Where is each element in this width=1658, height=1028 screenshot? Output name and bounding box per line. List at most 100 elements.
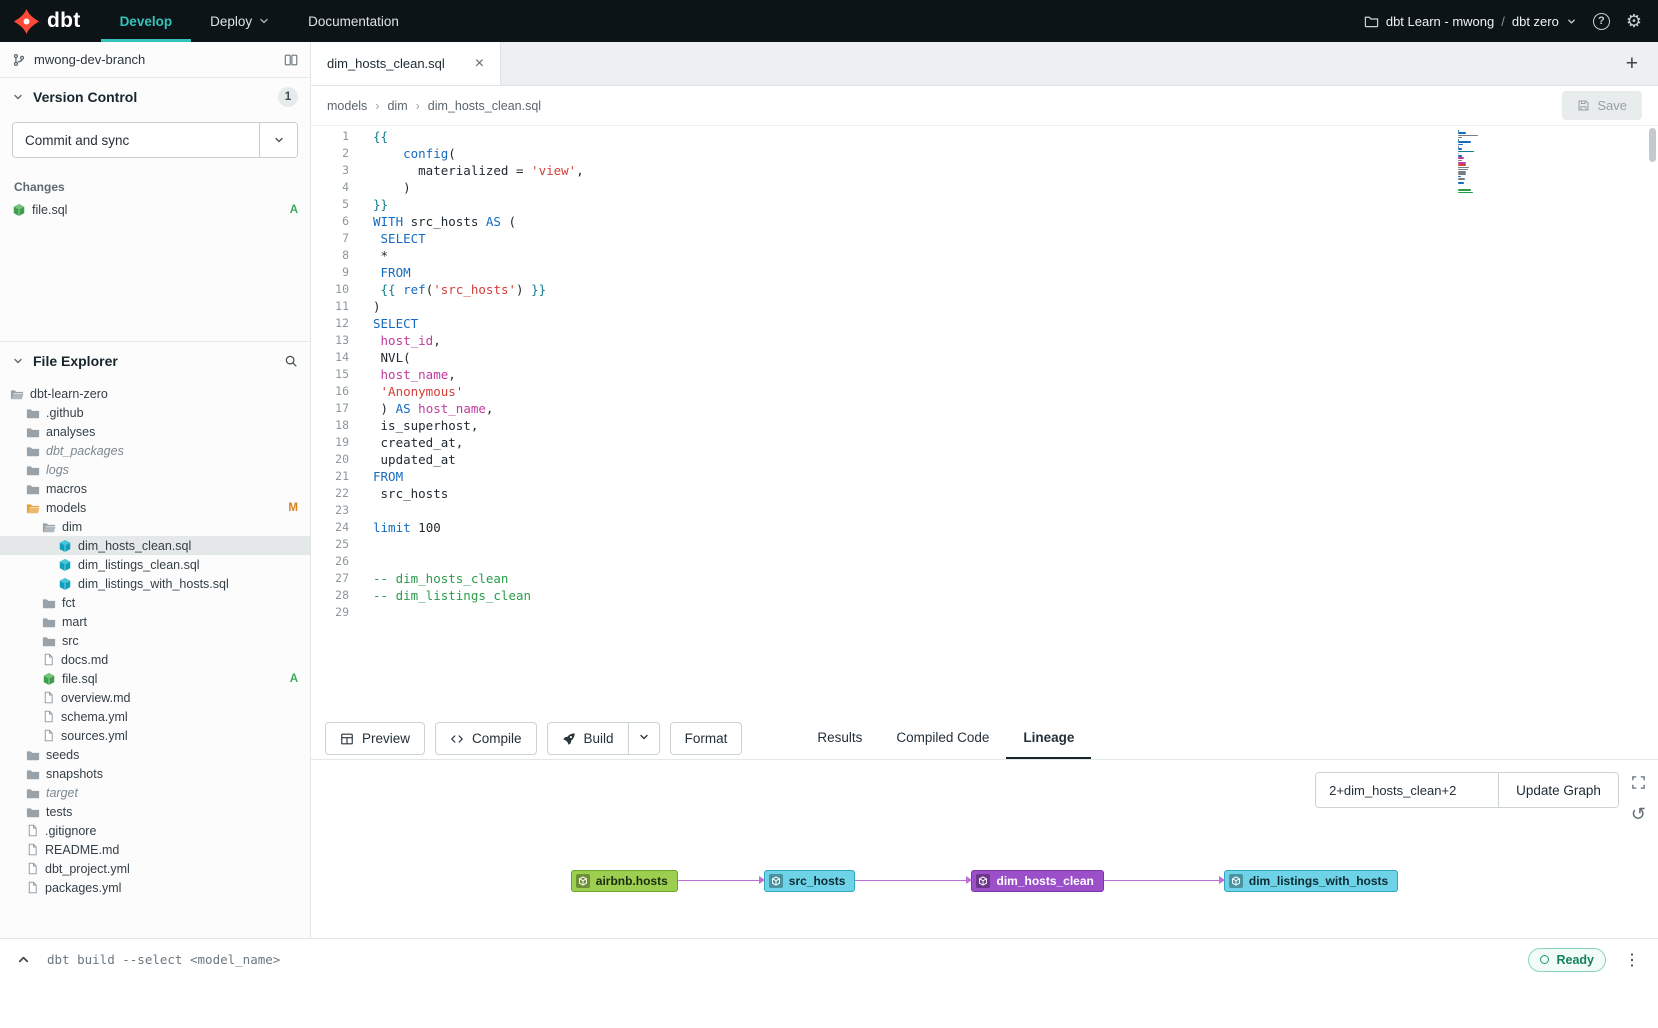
command-input[interactable]: dbt build --select <model_name> <box>47 952 1512 967</box>
file-tree-item[interactable]: seeds <box>0 745 310 764</box>
code-line[interactable]: 23 <box>311 502 1658 519</box>
file-tree-item[interactable]: README.md <box>0 840 310 859</box>
help-button[interactable]: ? <box>1593 13 1610 30</box>
format-button[interactable]: Format <box>670 722 743 755</box>
code-line[interactable]: 28-- dim_listings_clean <box>311 587 1658 604</box>
nav-develop[interactable]: Develop <box>101 0 192 42</box>
version-control-header[interactable]: Version Control 1 <box>0 78 310 116</box>
changed-file-item[interactable]: file.sqlA <box>0 200 310 220</box>
code-line[interactable]: 9 FROM <box>311 264 1658 281</box>
nav-deploy[interactable]: Deploy <box>191 0 289 42</box>
code-line[interactable]: 15 host_name, <box>311 366 1658 383</box>
code-line[interactable]: 4 ) <box>311 179 1658 196</box>
code-line[interactable]: 11) <box>311 298 1658 315</box>
build-button[interactable]: Build <box>547 722 629 755</box>
code-editor[interactable]: 1{{2 config(3 materialized = 'view',4 )5… <box>311 126 1658 718</box>
save-button[interactable]: Save <box>1562 91 1642 120</box>
file-tree-item[interactable]: analyses <box>0 422 310 441</box>
file-tree-item[interactable]: dim <box>0 517 310 536</box>
breadcrumb-item[interactable]: models <box>327 99 367 113</box>
lineage-node[interactable]: dim_hosts_clean <box>971 870 1103 892</box>
code-line[interactable]: 27-- dim_hosts_clean <box>311 570 1658 587</box>
code-line[interactable]: 18 is_superhost, <box>311 417 1658 434</box>
file-tree-item[interactable]: logs <box>0 460 310 479</box>
file-tree-item[interactable]: dbt_packages <box>0 441 310 460</box>
code-line[interactable]: 20 updated_at <box>311 451 1658 468</box>
code-line[interactable]: 17 ) AS host_name, <box>311 400 1658 417</box>
file-tree-item[interactable]: tests <box>0 802 310 821</box>
file-tree-item[interactable]: overview.md <box>0 688 310 707</box>
lineage-selector-input[interactable] <box>1316 773 1498 807</box>
preview-button[interactable]: Preview <box>325 722 425 755</box>
file-tree-item[interactable]: packages.yml <box>0 878 310 897</box>
code-line[interactable]: 10 {{ ref('src_hosts') }} <box>311 281 1658 298</box>
code-line[interactable]: 29 <box>311 604 1658 621</box>
kebab-menu-icon[interactable]: ⋮ <box>1622 950 1642 970</box>
lineage-node[interactable]: src_hosts <box>764 870 856 892</box>
tab-results[interactable]: Results <box>800 718 879 759</box>
tab-lineage[interactable]: Lineage <box>1006 718 1091 759</box>
file-tree-item[interactable]: docs.md <box>0 650 310 669</box>
search-icon[interactable] <box>284 354 298 368</box>
file-tree-item[interactable]: macros <box>0 479 310 498</box>
nav-documentation[interactable]: Documentation <box>289 0 418 42</box>
code-line[interactable]: 22 src_hosts <box>311 485 1658 502</box>
code-line[interactable]: 24limit 100 <box>311 519 1658 536</box>
code-line[interactable]: 6WITH src_hosts AS ( <box>311 213 1658 230</box>
tab-compiled-code[interactable]: Compiled Code <box>879 718 1006 759</box>
split-editor-icon[interactable] <box>284 53 298 67</box>
file-tree-item[interactable]: sources.yml <box>0 726 310 745</box>
file-tree-item[interactable]: snapshots <box>0 764 310 783</box>
code-line[interactable]: 1{{ <box>311 128 1658 145</box>
breadcrumb-item[interactable]: dim <box>387 99 407 113</box>
code-line[interactable]: 3 materialized = 'view', <box>311 162 1658 179</box>
settings-gear-icon[interactable]: ⚙ <box>1626 12 1642 30</box>
file-tree-item[interactable]: dim_listings_with_hosts.sql <box>0 574 310 593</box>
dbt-logo[interactable]: dbt <box>0 0 101 42</box>
code-line[interactable]: 19 created_at, <box>311 434 1658 451</box>
code-line[interactable]: 26 <box>311 553 1658 570</box>
compile-button[interactable]: Compile <box>435 722 537 755</box>
code-line[interactable]: 12SELECT <box>311 315 1658 332</box>
file-tree-item[interactable]: mart <box>0 612 310 631</box>
code-line[interactable]: 7 SELECT <box>311 230 1658 247</box>
file-tree-item[interactable]: file.sqlA <box>0 669 310 688</box>
file-tree-item[interactable]: schema.yml <box>0 707 310 726</box>
account-switcher[interactable]: dbt Learn - mwong / dbt zero <box>1364 14 1577 29</box>
lineage-node[interactable]: airbnb.hosts <box>571 870 678 892</box>
code-line[interactable]: 16 'Anonymous' <box>311 383 1658 400</box>
editor-scrollbar[interactable] <box>1649 128 1656 162</box>
commit-and-sync-button[interactable]: Commit and sync <box>13 123 259 157</box>
minimap[interactable] <box>1458 130 1553 196</box>
commit-options-button[interactable] <box>259 123 297 157</box>
git-branch-row[interactable]: mwong-dev-branch <box>0 42 310 78</box>
code-line[interactable]: 13 host_id, <box>311 332 1658 349</box>
file-explorer-header[interactable]: File Explorer <box>0 342 310 380</box>
file-tree-item[interactable]: target <box>0 783 310 802</box>
lineage-node[interactable]: dim_listings_with_hosts <box>1224 870 1398 892</box>
new-tab-button[interactable]: + <box>1606 42 1658 85</box>
editor-tab[interactable]: dim_hosts_clean.sql × <box>311 42 501 85</box>
code-line[interactable]: 8 * <box>311 247 1658 264</box>
file-tree-item[interactable]: .github <box>0 403 310 422</box>
file-tree-item[interactable]: fct <box>0 593 310 612</box>
code-line[interactable]: 14 NVL( <box>311 349 1658 366</box>
chevron-up-icon[interactable] <box>16 952 31 967</box>
code-line[interactable]: 21FROM <box>311 468 1658 485</box>
code-line[interactable]: 5}} <box>311 196 1658 213</box>
breadcrumb-item[interactable]: dim_hosts_clean.sql <box>428 99 541 113</box>
reset-view-icon[interactable]: ↺ <box>1631 805 1646 823</box>
code-line[interactable]: 25 <box>311 536 1658 553</box>
close-tab-icon[interactable]: × <box>475 56 484 72</box>
file-tree-item[interactable]: .gitignore <box>0 821 310 840</box>
file-tree-item[interactable]: dbt-learn-zero <box>0 384 310 403</box>
fullscreen-icon[interactable] <box>1631 775 1646 790</box>
file-tree-item[interactable]: src <box>0 631 310 650</box>
file-tree-item[interactable]: dim_hosts_clean.sql <box>0 536 310 555</box>
file-tree-item[interactable]: dim_listings_clean.sql <box>0 555 310 574</box>
code-line[interactable]: 2 config( <box>311 145 1658 162</box>
update-graph-button[interactable]: Update Graph <box>1498 773 1618 807</box>
build-options-button[interactable] <box>629 722 660 755</box>
file-tree-item[interactable]: modelsM <box>0 498 310 517</box>
file-tree-item[interactable]: dbt_project.yml <box>0 859 310 878</box>
